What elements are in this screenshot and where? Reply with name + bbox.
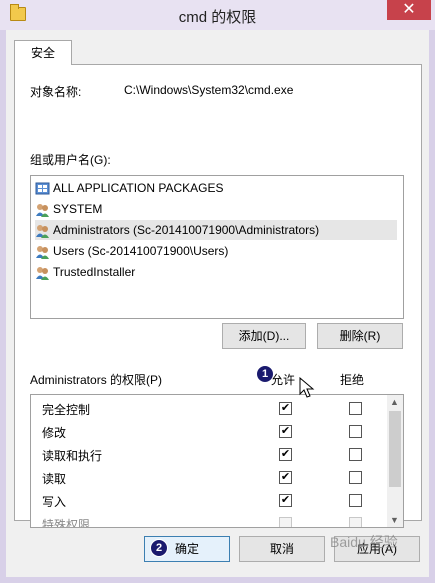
list-item-label: Users (Sc-201410071900\Users) bbox=[53, 244, 229, 258]
list-item-label: SYSTEM bbox=[53, 202, 103, 216]
deny-column-header: 拒绝 bbox=[340, 373, 365, 387]
deny-checkbox[interactable] bbox=[349, 402, 362, 415]
permission-row: 读取和执行 ✔ bbox=[31, 443, 386, 466]
security-tab-panel: 对象名称: C:\Windows\System32\cmd.exe 组或用户名(… bbox=[14, 64, 422, 528]
cancel-button[interactable]: 取消 bbox=[239, 536, 325, 562]
list-item-label: Administrators (Sc-201410071900\Administ… bbox=[53, 223, 320, 237]
permission-name: 特殊权限 bbox=[42, 518, 91, 528]
deny-checkbox[interactable] bbox=[349, 471, 362, 484]
scroll-up-icon[interactable]: ▲ bbox=[390, 397, 399, 407]
list-item[interactable]: TrustedInstaller bbox=[35, 262, 397, 282]
list-item-label: ALL APPLICATION PACKAGES bbox=[53, 181, 224, 195]
users-icon bbox=[35, 202, 50, 218]
permissions-dialog: cmd 的权限 ✕ 安全 对象名称: C:\Windows\System32\c… bbox=[0, 0, 435, 583]
allow-checkbox[interactable]: ✔ bbox=[279, 425, 292, 438]
annotation-badge-1: 1 bbox=[256, 365, 274, 383]
permission-row: 读取 ✔ bbox=[31, 466, 386, 489]
permission-row: 完全控制 ✔ bbox=[31, 397, 386, 420]
allow-checkbox[interactable]: ✔ bbox=[279, 402, 292, 415]
window-title: cmd 的权限 bbox=[178, 9, 257, 26]
permission-name: 修改 bbox=[42, 426, 67, 440]
add-button[interactable]: 添加(D)... bbox=[222, 323, 306, 349]
allow-checkbox[interactable]: ✔ bbox=[279, 448, 292, 461]
remove-button[interactable]: 删除(R) bbox=[317, 323, 403, 349]
permission-name: 写入 bbox=[42, 495, 67, 509]
list-item-label: TrustedInstaller bbox=[53, 265, 136, 279]
users-icon bbox=[35, 244, 50, 260]
deny-checkbox[interactable] bbox=[349, 494, 362, 507]
users-icon bbox=[35, 223, 50, 239]
permission-name: 读取和执行 bbox=[42, 449, 103, 463]
annotation-badge-2: 2 bbox=[150, 539, 168, 557]
deny-checkbox[interactable] bbox=[349, 425, 362, 438]
list-item[interactable]: Administrators (Sc-201410071900\Administ… bbox=[35, 220, 397, 240]
permission-row: 写入 ✔ bbox=[31, 489, 386, 512]
watermark: Baidu 经验 bbox=[330, 534, 398, 550]
dialog-client: 安全 对象名称: C:\Windows\System32\cmd.exe 组或用… bbox=[6, 30, 429, 577]
list-item[interactable]: SYSTEM bbox=[35, 199, 397, 219]
allow-checkbox[interactable]: ✔ bbox=[279, 494, 292, 507]
packages-icon bbox=[35, 181, 50, 196]
permission-name: 读取 bbox=[42, 472, 67, 486]
users-icon bbox=[35, 265, 50, 281]
allow-checkbox bbox=[279, 517, 292, 527]
scroll-down-icon[interactable]: ▼ bbox=[390, 515, 399, 525]
permissions-header: Administrators 的权限(P) bbox=[30, 373, 163, 387]
tab-security[interactable]: 安全 bbox=[14, 40, 72, 65]
permission-row: 特殊权限 bbox=[31, 512, 386, 528]
permissions-scrollbar[interactable]: ▲ ▼ bbox=[387, 395, 403, 527]
permissions-list: 完全控制 ✔ 修改 ✔ 读取和执行 ✔ 读取 ✔ 写入 ✔ 特殊权限 ▲ ▼ bbox=[30, 394, 404, 528]
allow-checkbox[interactable]: ✔ bbox=[279, 471, 292, 484]
permission-name: 完全控制 bbox=[42, 403, 91, 417]
close-button[interactable]: ✕ bbox=[387, 0, 431, 20]
allow-column-header: 允许 bbox=[271, 373, 296, 387]
list-item[interactable]: ALL APPLICATION PACKAGES bbox=[35, 178, 397, 198]
permission-row: 修改 ✔ bbox=[31, 420, 386, 443]
mouse-cursor-icon bbox=[299, 377, 315, 398]
object-name-label: 对象名称: bbox=[30, 85, 82, 99]
groups-list[interactable]: ALL APPLICATION PACKAGES SYSTEM Administ… bbox=[30, 175, 404, 319]
title-bar: cmd 的权限 ✕ bbox=[0, 0, 435, 30]
scroll-thumb[interactable] bbox=[389, 411, 401, 487]
groups-label: 组或用户名(G): bbox=[30, 153, 111, 167]
list-item[interactable]: Users (Sc-201410071900\Users) bbox=[35, 241, 397, 261]
deny-checkbox[interactable] bbox=[349, 448, 362, 461]
deny-checkbox bbox=[349, 517, 362, 527]
object-name-value: C:\Windows\System32\cmd.exe bbox=[124, 83, 294, 97]
